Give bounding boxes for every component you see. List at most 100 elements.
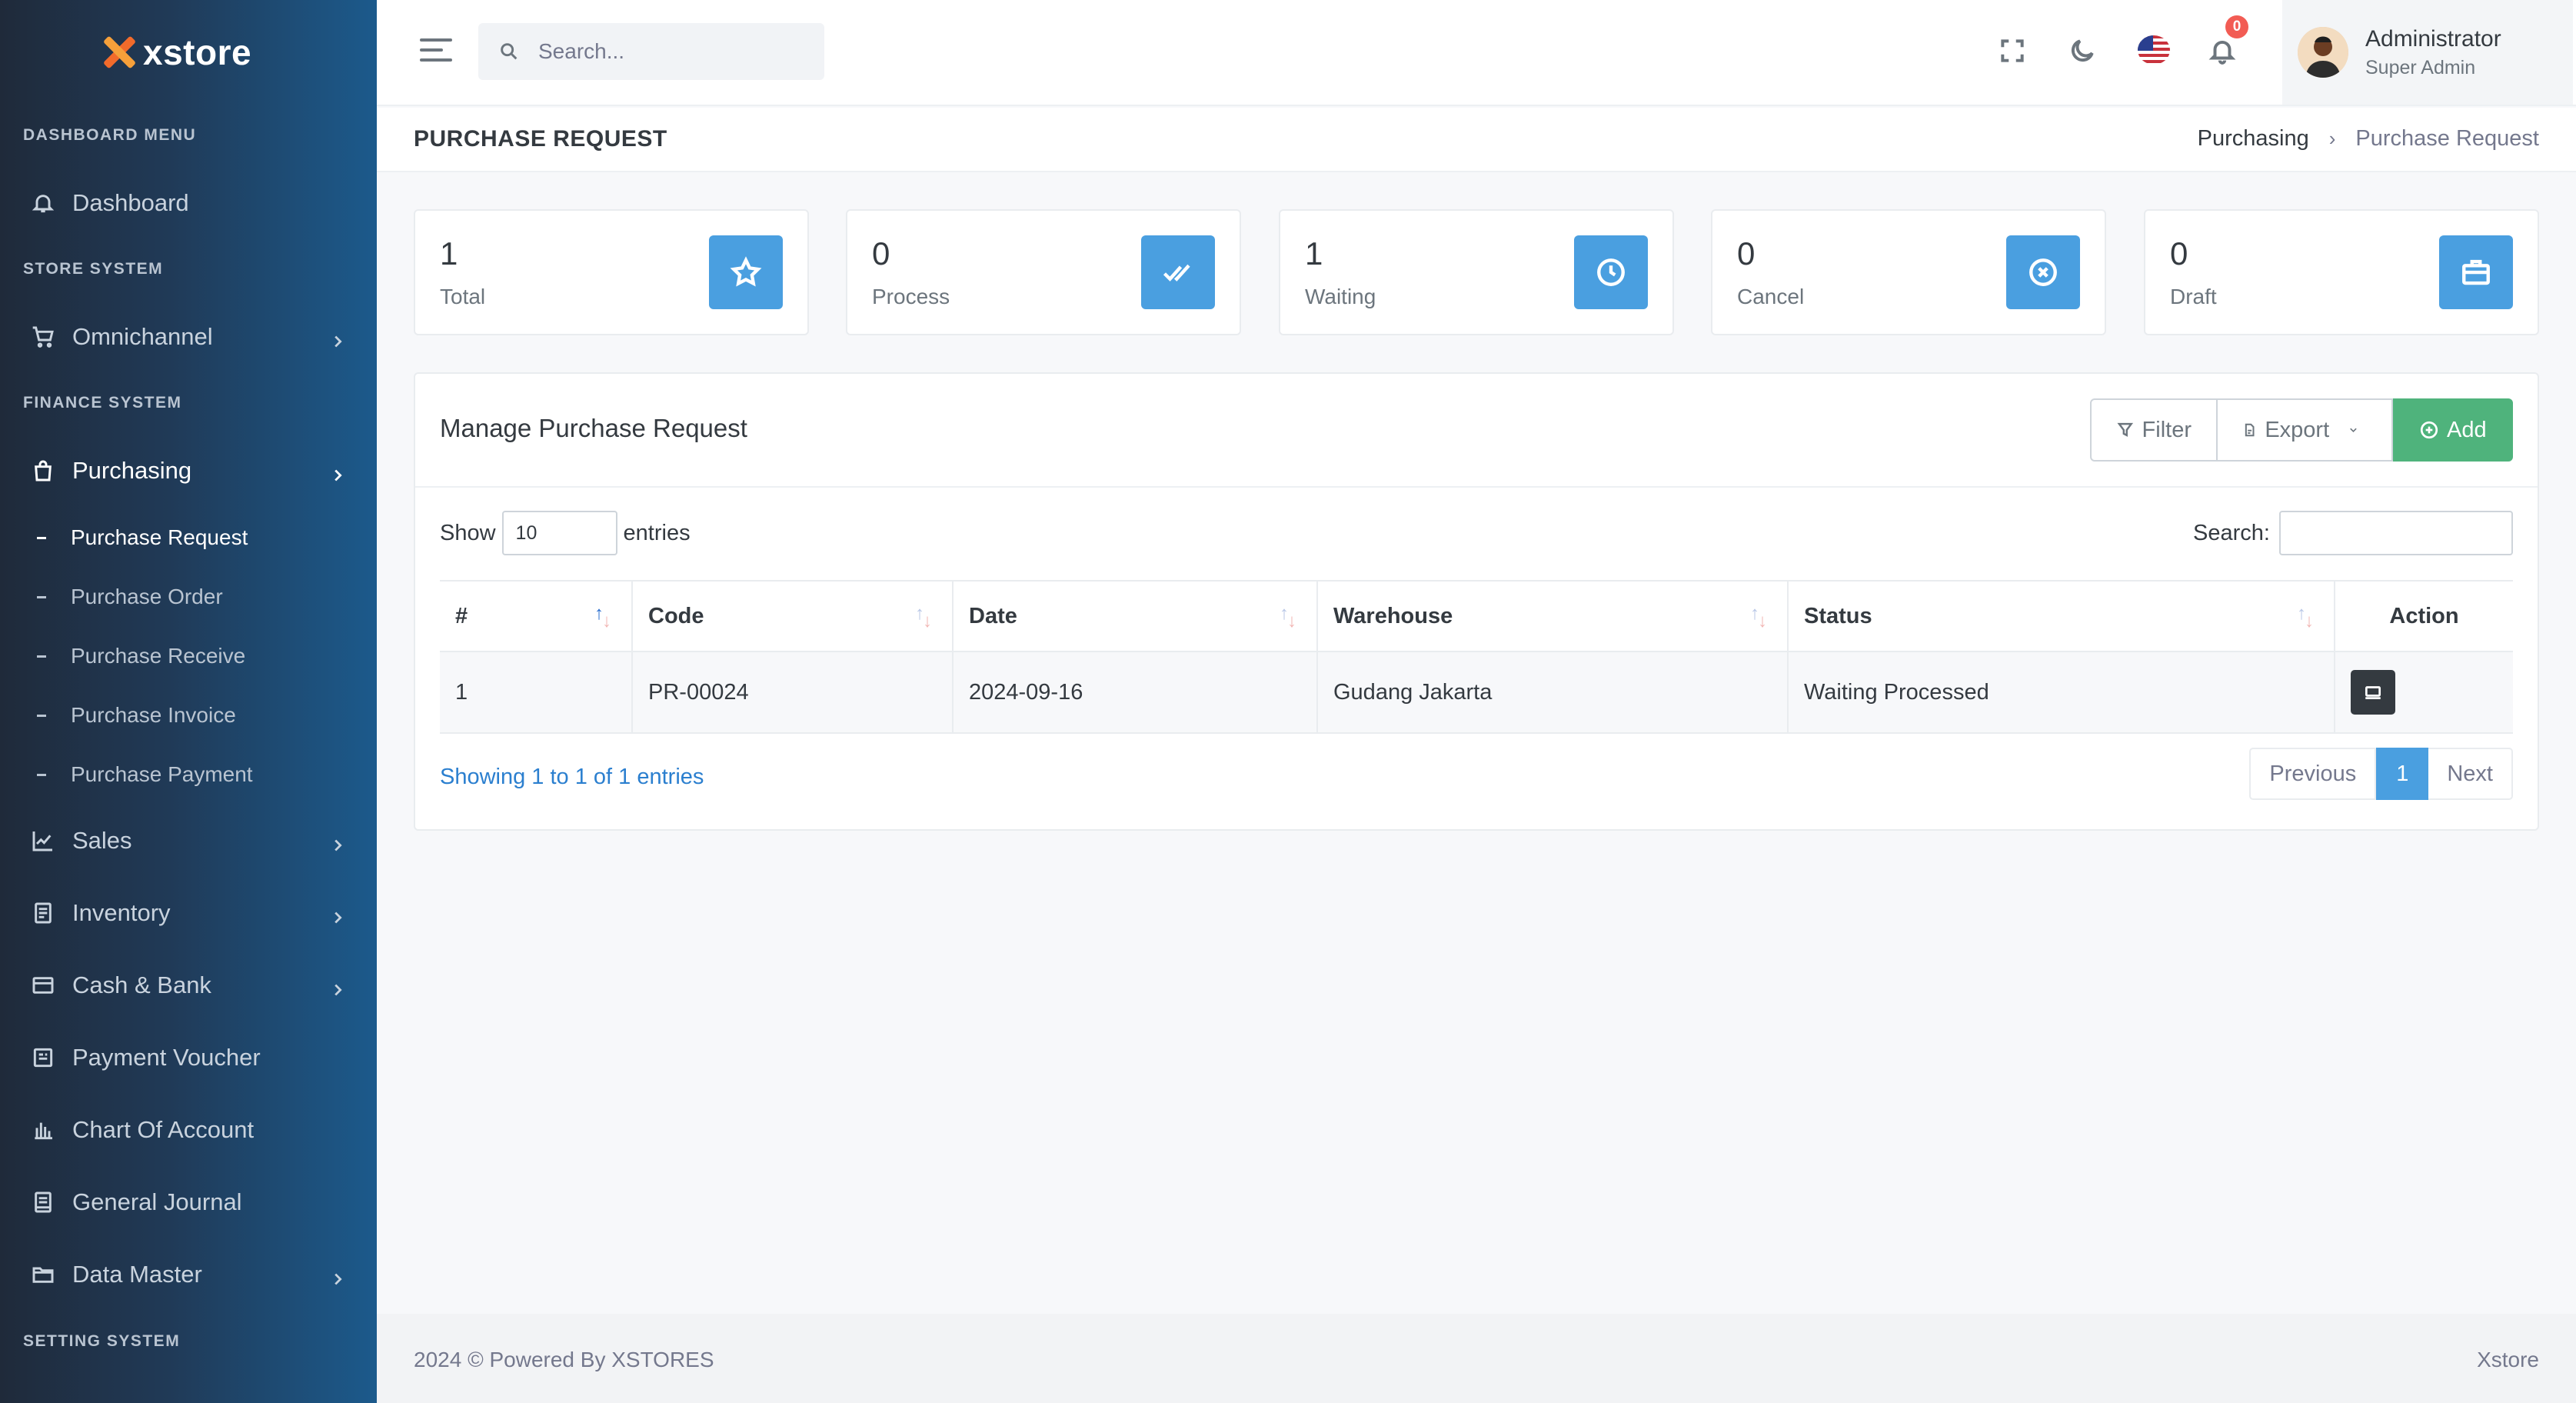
sidebar-subitem-purchase-payment[interactable]: Purchase Payment (37, 757, 253, 792)
sidebar-item-label: Payment Voucher (72, 1044, 261, 1071)
stat-label: Waiting (1305, 285, 1376, 308)
table-search-input[interactable] (2279, 511, 2513, 555)
footer-brand: Xstore (2477, 1348, 2539, 1371)
stat-value: 1 (440, 235, 458, 272)
stat-card-cancel: 0 Cancel (1711, 209, 2106, 335)
stat-card-draft: 0 Draft (2144, 209, 2539, 335)
cell-code: PR-00024 (632, 652, 954, 734)
chevron-right-icon (329, 1266, 346, 1285)
bullet-dash (37, 655, 46, 658)
brand-logo[interactable]: xstore (100, 29, 251, 75)
sort-arrows-icon: ↑ ↓ (2297, 603, 2314, 632)
footer-copyright: 2024 © Powered By XSTORES (414, 1348, 714, 1371)
chevron-right-icon (329, 462, 346, 482)
sidebar-item-dashboard[interactable]: Dashboard (29, 182, 346, 225)
column-header-warehouse[interactable]: Warehouse ↑ ↓ (1317, 580, 1789, 652)
user-menu[interactable]: Administrator Super Admin (2282, 0, 2573, 105)
sidebar-subitem-purchase-invoice[interactable]: Purchase Invoice (37, 698, 236, 733)
wallet-icon (29, 971, 57, 999)
add-button[interactable]: Add (2393, 398, 2513, 462)
footer: 2024 © Powered By XSTORES Xstore (377, 1314, 2576, 1403)
column-header-label: Action (2389, 603, 2459, 628)
sidebar-subitem-label: Purchase Invoice (71, 703, 236, 727)
topbar: 0 Administrator Super Admin (377, 0, 2576, 106)
briefcase-icon (2439, 235, 2513, 309)
column-header-label: Code (648, 603, 704, 628)
view-detail-button[interactable] (2351, 670, 2395, 715)
sidebar-item-general-journal[interactable]: General Journal (29, 1181, 346, 1224)
page-length-select[interactable]: 10 (501, 511, 617, 555)
section-finance-system: FINANCE SYSTEM (23, 394, 182, 412)
bar-chart-icon (29, 1116, 57, 1144)
cell-number: 1 (440, 652, 633, 734)
search-icon (501, 43, 518, 60)
sidebar-item-chart-of-account[interactable]: Chart Of Account (29, 1108, 346, 1151)
column-header-code[interactable]: Code ↑ ↓ (632, 580, 954, 652)
pagination: Previous 1 Next (2249, 748, 2513, 800)
chevron-right-icon (329, 977, 346, 996)
entries-label: entries (623, 520, 691, 545)
column-header-status[interactable]: Status ↑ ↓ (1788, 580, 2335, 652)
cell-date: 2024-09-16 (953, 652, 1318, 734)
breadcrumb: Purchasing › Purchase Request (2198, 126, 2539, 152)
column-header-number[interactable]: # ↑ ↓ (440, 580, 633, 652)
filter-button-label: Filter (2142, 417, 2192, 442)
column-header-label: Status (1804, 603, 1872, 628)
sidebar-item-label: Purchasing (72, 457, 192, 484)
table-row: 1 PR-00024 2024-09-16 Gudang Jakarta Wai… (440, 652, 2513, 734)
fullscreen-icon[interactable] (1995, 34, 2029, 68)
column-header-date[interactable]: Date ↑ ↓ (953, 580, 1318, 652)
sidebar-subitem-purchase-receive[interactable]: Purchase Receive (37, 638, 245, 674)
sidebar-item-omnichannel[interactable]: Omnichannel (29, 315, 346, 358)
menu-toggle-icon[interactable] (420, 38, 452, 65)
dark-mode-moon-icon[interactable] (2065, 34, 2099, 68)
page-length-control: Show 10 entries (440, 511, 691, 555)
notification-bell-icon[interactable] (2205, 34, 2239, 68)
sidebar-subitem-label: Purchase Receive (71, 644, 246, 668)
star-icon (709, 235, 783, 309)
sidebar-item-data-master[interactable]: Data Master (29, 1253, 346, 1296)
pagination-next[interactable]: Next (2428, 748, 2513, 800)
sidebar-item-payment-voucher[interactable]: Payment Voucher (29, 1036, 346, 1079)
column-header-label: # (455, 603, 468, 628)
sidebar-subitem-purchase-order[interactable]: Purchase Order (37, 579, 223, 615)
global-search-input[interactable] (538, 39, 800, 64)
file-icon (2245, 423, 2255, 437)
us-flag-icon[interactable] (2138, 35, 2170, 65)
stat-card-waiting: 1 Waiting (1279, 209, 1674, 335)
funnel-icon (2117, 422, 2134, 437)
stat-card-total: 1 Total (414, 209, 809, 335)
cell-warehouse: Gudang Jakarta (1317, 652, 1789, 734)
bullet-dash (37, 536, 46, 539)
sidebar-subitem-purchase-request[interactable]: Purchase Request (37, 520, 248, 555)
panel-title: Manage Purchase Request (440, 414, 747, 442)
export-button-label: Export (2265, 417, 2330, 442)
filter-button[interactable]: Filter (2090, 398, 2218, 462)
sidebar-item-label: Data Master (72, 1261, 202, 1288)
brand-name: xstore (143, 32, 252, 72)
sidebar-item-inventory[interactable]: Inventory (29, 891, 346, 935)
bell-outline-icon (29, 189, 57, 217)
bullet-dash (37, 773, 46, 776)
sidebar-item-sales[interactable]: Sales (29, 819, 346, 862)
column-header-label: Warehouse (1333, 603, 1453, 628)
pagination-page-current[interactable]: 1 (2376, 748, 2429, 800)
stat-value: 1 (1305, 235, 1323, 272)
sidebar-item-cash-bank[interactable]: Cash & Bank (29, 964, 346, 1007)
folder-icon (29, 1261, 57, 1288)
notification-count-badge: 0 (2225, 15, 2248, 38)
pagination-previous[interactable]: Previous (2249, 748, 2377, 800)
breadcrumb-item-purchasing[interactable]: Purchasing (2198, 126, 2309, 152)
line-chart-icon (29, 827, 57, 855)
circle-x-icon (2006, 235, 2080, 309)
export-dropdown-button[interactable]: Export (2218, 398, 2393, 462)
section-dashboard-menu: DASHBOARD MENU (23, 126, 197, 144)
user-info: Administrator Super Admin (2365, 26, 2501, 79)
section-store-system: STORE SYSTEM (23, 260, 164, 278)
stat-label: Total (440, 285, 486, 308)
sidebar-item-purchasing[interactable]: Purchasing (29, 449, 346, 492)
purchase-request-table: # ↑ ↓ Code ↑ ↓ Date ↑ ↓ Warehouse ↑ ↓ Status (440, 580, 2513, 734)
chevron-right-icon (329, 905, 346, 924)
sidebar-item-label: Omnichannel (72, 323, 213, 350)
breadcrumb-separator-icon: › (2328, 127, 2336, 150)
